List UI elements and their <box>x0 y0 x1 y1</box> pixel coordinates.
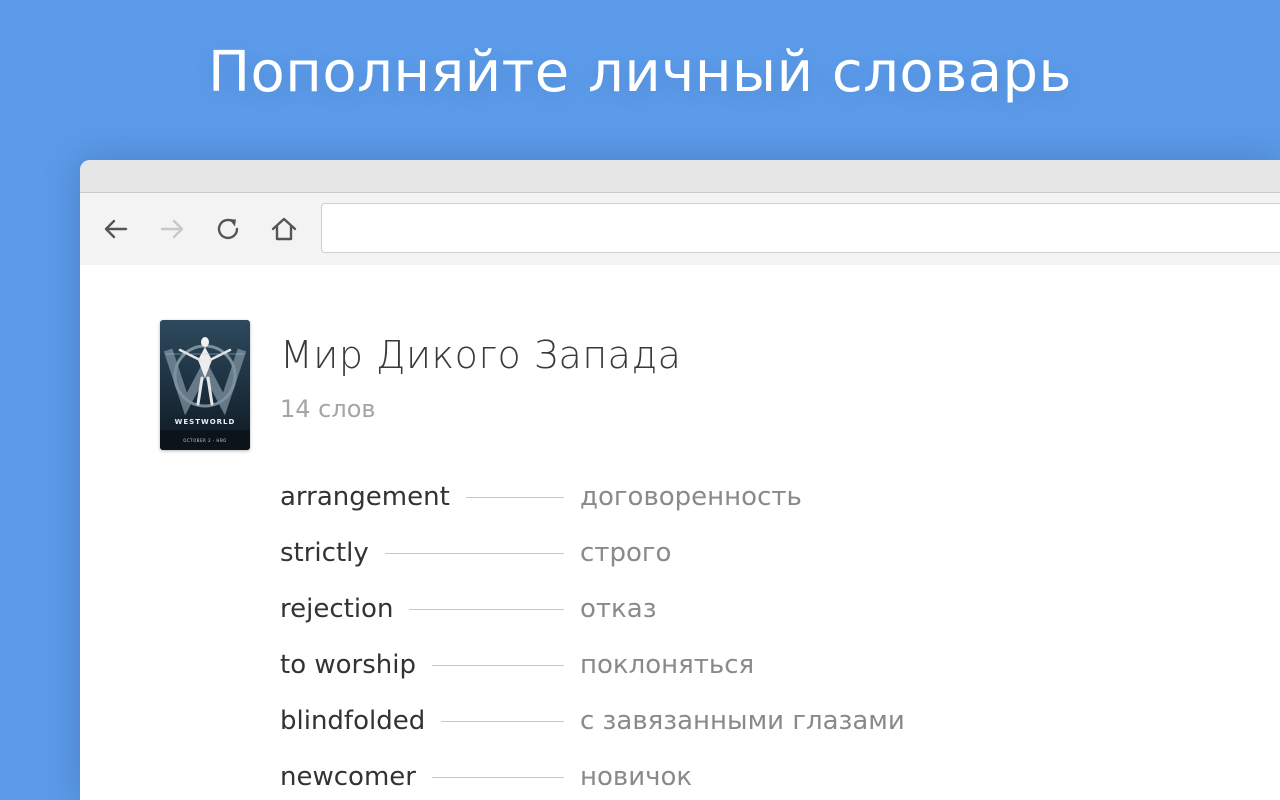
word-connector <box>466 497 564 498</box>
word-row[interactable]: to worship поклоняться <box>280 637 1180 693</box>
word-text: newcomer <box>280 762 416 792</box>
word-text: strictly <box>280 538 369 568</box>
poster-title: WESTWORLD <box>160 418 250 426</box>
word-text: blindfolded <box>280 706 425 736</box>
reload-icon <box>213 214 243 244</box>
home-icon <box>269 214 299 244</box>
poster-artwork-icon <box>160 320 250 450</box>
forward-button[interactable] <box>152 209 192 249</box>
word-text: rejection <box>280 594 393 624</box>
word-row[interactable]: blindfolded с завязанными глазами <box>280 693 1180 749</box>
browser-window: WESTWORLD OCTOBER 2 · HBO Мир Дикого Зап… <box>80 160 1280 800</box>
word-text: to worship <box>280 650 416 680</box>
word-translation: новичок <box>580 762 692 792</box>
word-connector <box>432 777 564 778</box>
promo-headline: Пополняйте личный словарь <box>0 40 1280 105</box>
word-translation: поклоняться <box>580 650 754 680</box>
word-connector <box>432 665 564 666</box>
collection-title: Мир Дикого Запада <box>280 333 681 377</box>
word-translation: строго <box>580 538 671 568</box>
word-translation: с завязанными глазами <box>580 706 905 736</box>
westworld-poster-image[interactable]: WESTWORLD OCTOBER 2 · HBO <box>160 320 250 450</box>
word-translation: договоренность <box>580 482 802 512</box>
home-button[interactable] <box>264 209 304 249</box>
word-row[interactable]: strictly строго <box>280 525 1180 581</box>
word-translation: отказ <box>580 594 657 624</box>
word-row[interactable]: newcomer новичок <box>280 749 1180 800</box>
browser-toolbar <box>80 193 1280 265</box>
word-text: arrangement <box>280 482 450 512</box>
word-connector <box>441 721 564 722</box>
word-connector <box>385 553 564 554</box>
word-connector <box>409 609 564 610</box>
word-row[interactable]: arrangement договоренность <box>280 469 1180 525</box>
back-button[interactable] <box>96 209 136 249</box>
address-bar[interactable] <box>321 203 1280 253</box>
poster-date: OCTOBER 2 · HBO <box>160 438 250 443</box>
word-count: 14 слов <box>280 395 376 423</box>
word-list: arrangement договоренность strictly стро… <box>280 469 1180 800</box>
arrow-right-icon <box>157 214 187 244</box>
browser-tab-strip <box>80 160 1280 193</box>
word-row[interactable]: rejection отказ <box>280 581 1180 637</box>
arrow-left-icon <box>101 214 131 244</box>
reload-button[interactable] <box>208 209 248 249</box>
